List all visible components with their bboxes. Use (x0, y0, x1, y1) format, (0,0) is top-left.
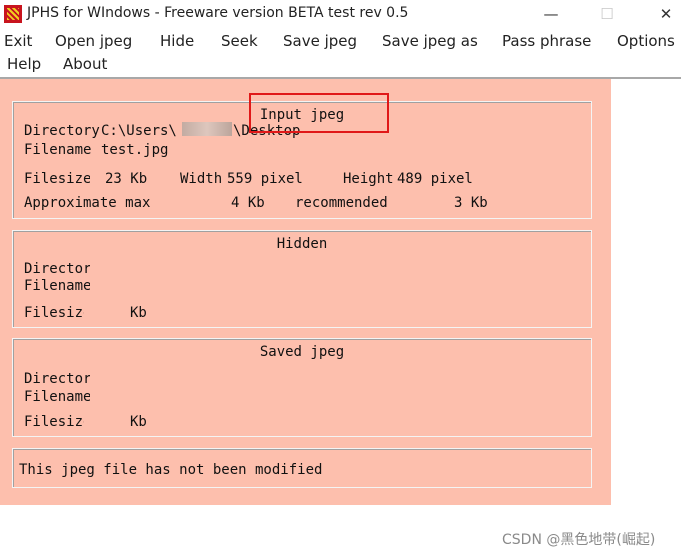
input-filesize-label: Filesize (24, 171, 90, 187)
input-approx-value: 4 Kb (231, 195, 265, 211)
menu-pass-phrase[interactable]: Pass phrase (502, 30, 591, 52)
hidden-filename-label: Filename (24, 278, 90, 294)
saved-jpeg-title: Saved jpeg (259, 344, 345, 360)
input-approx-label: Approximate max (24, 195, 151, 211)
input-directory-value: C:\Users\ (101, 123, 177, 139)
saved-filename-label: Filename (24, 389, 90, 405)
redacted-username (182, 122, 232, 136)
saved-filesize-unit: Kb (130, 414, 147, 430)
menu-help[interactable]: Help (7, 53, 41, 75)
input-filename-value: test.jpg (101, 142, 169, 158)
title-bar: JPHS for WIndows - Freeware version BETA… (0, 0, 681, 28)
saved-jpeg-group: Saved jpeg Directory Filename Filesize K… (12, 338, 592, 437)
menu-save-jpeg[interactable]: Save jpeg (283, 30, 357, 52)
menu-open-jpeg[interactable]: Open jpeg (55, 30, 132, 52)
maximize-button[interactable]: ☐ (585, 0, 629, 28)
input-width-value: 559 pixel (227, 171, 303, 187)
saved-filesize-label: Filesize (24, 414, 84, 430)
hidden-title: Hidden (276, 236, 328, 252)
status-group: This jpeg file has not been modified (12, 448, 592, 488)
minimize-button[interactable]: — (529, 0, 573, 28)
input-recommended-value: 3 Kb (454, 195, 488, 211)
input-filesize-value: 23 Kb (105, 171, 148, 187)
annotation-highlight-box (249, 93, 389, 133)
menu-exit[interactable]: Exit (4, 30, 32, 52)
client-area: Input jpeg Directory C:\Users\ \Desktop … (0, 79, 611, 505)
hidden-filesize-label: Filesize (24, 305, 84, 321)
saved-directory-label: Directory (24, 371, 90, 387)
menu-save-jpeg-as[interactable]: Save jpeg as (382, 30, 478, 52)
status-message: This jpeg file has not been modified (19, 462, 323, 478)
input-filename-label: Filename (24, 142, 92, 158)
input-width-label: Width (180, 171, 223, 187)
close-button[interactable]: ✕ (644, 0, 681, 28)
input-directory-label: Directory (24, 123, 100, 139)
input-height-value: 489 pixel (397, 171, 473, 187)
menu-bar: Exit Open jpeg Hide Seek Save jpeg Save … (0, 28, 681, 76)
menu-options[interactable]: Options (617, 30, 675, 52)
window-title: JPHS for WIndows - Freeware version BETA… (27, 5, 409, 21)
menu-hide[interactable]: Hide (160, 30, 194, 52)
menu-about[interactable]: About (63, 53, 107, 75)
input-height-label: Height (343, 171, 394, 187)
hidden-filesize-unit: Kb (130, 305, 147, 321)
menu-seek[interactable]: Seek (221, 30, 258, 52)
jphs-app-icon (4, 5, 22, 23)
input-recommended-label: recommended (295, 195, 388, 211)
watermark: CSDN @黑色地带(崛起) (502, 532, 656, 548)
hidden-group: Hidden Directory Filename Filesize Kb (12, 230, 592, 328)
hidden-directory-label: Directory (24, 261, 90, 277)
